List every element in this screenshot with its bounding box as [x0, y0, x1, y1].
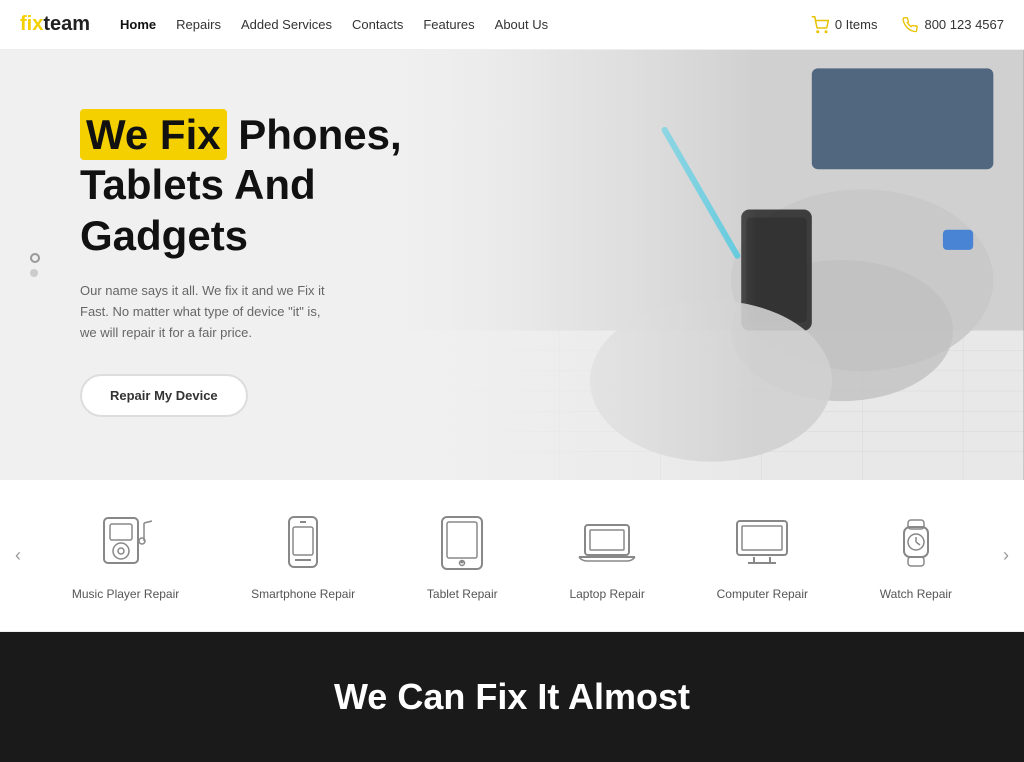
cart-icon [811, 16, 829, 34]
bottom-title: We Can Fix It Almost [334, 676, 690, 718]
nav-repairs[interactable]: Repairs [176, 17, 221, 32]
service-item-tablet[interactable]: Tablet Repair [412, 510, 513, 601]
slider-dot-2[interactable] [30, 269, 38, 277]
computer-icon [727, 510, 797, 575]
hero-background-image [358, 50, 1024, 480]
header-right: 0 Items 800 123 4567 [811, 16, 1004, 34]
nav-home[interactable]: Home [120, 17, 156, 32]
nav-about-us[interactable]: About Us [495, 17, 548, 32]
service-label-smartphone: Smartphone Repair [251, 587, 355, 601]
service-label-computer: Computer Repair [717, 587, 808, 601]
nav-added-services[interactable]: Added Services [241, 17, 332, 32]
hero-content: We Fix Phones, Tablets And Gadgets Our n… [0, 50, 450, 417]
service-item-music-player[interactable]: Music Player Repair [57, 510, 194, 601]
service-label-music-player: Music Player Repair [72, 587, 179, 601]
service-label-laptop: Laptop Repair [569, 587, 644, 601]
nav-contacts[interactable]: Contacts [352, 17, 403, 32]
service-item-watch[interactable]: Watch Repair [865, 510, 967, 601]
service-item-smartphone[interactable]: Smartphone Repair [236, 510, 370, 601]
hero-cta-button[interactable]: Repair My Device [80, 374, 248, 417]
hero-title: We Fix Phones, Tablets And Gadgets [80, 110, 450, 261]
slider-dots [30, 253, 40, 277]
cart-button[interactable]: 0 Items [811, 16, 878, 34]
service-item-computer[interactable]: Computer Repair [702, 510, 823, 601]
logo[interactable]: fixteam [20, 13, 90, 36]
main-nav: Home Repairs Added Services Contacts Fea… [120, 17, 811, 32]
logo-team: team [43, 13, 90, 35]
smartphone-icon [268, 510, 338, 575]
logo-fix: fix [20, 13, 43, 35]
phone-icon [902, 17, 918, 33]
tablet-icon [427, 510, 497, 575]
carousel-prev-button[interactable]: ‹ [0, 538, 36, 574]
hero-title-line3: Gadgets [80, 212, 248, 259]
hero-title-line2: Tablets And [80, 161, 316, 208]
music-player-icon [91, 510, 161, 575]
service-label-tablet: Tablet Repair [427, 587, 498, 601]
service-item-laptop[interactable]: Laptop Repair [554, 510, 659, 601]
phone-number: 800 123 4567 [924, 17, 1004, 32]
nav-features[interactable]: Features [423, 17, 474, 32]
services-carousel: ‹ Music Player Repair [0, 480, 1024, 632]
bottom-section: We Can Fix It Almost [0, 632, 1024, 762]
watch-icon [881, 510, 951, 575]
phone-display: 800 123 4567 [902, 17, 1004, 33]
hero-section: We Fix Phones, Tablets And Gadgets Our n… [0, 50, 1024, 480]
carousel-next-button[interactable]: › [988, 538, 1024, 574]
service-label-watch: Watch Repair [880, 587, 952, 601]
hero-title-highlight: We Fix [80, 109, 227, 160]
hero-subtitle: Our name says it all. We fix it and we F… [80, 281, 340, 343]
slider-dot-1[interactable] [30, 253, 40, 263]
cart-count: 0 Items [835, 17, 878, 32]
hero-title-phones: Phones, [227, 111, 402, 158]
laptop-icon [572, 510, 642, 575]
services-list: Music Player Repair Smartphone Repair [36, 510, 988, 601]
header: fixteam Home Repairs Added Services Cont… [0, 0, 1024, 50]
